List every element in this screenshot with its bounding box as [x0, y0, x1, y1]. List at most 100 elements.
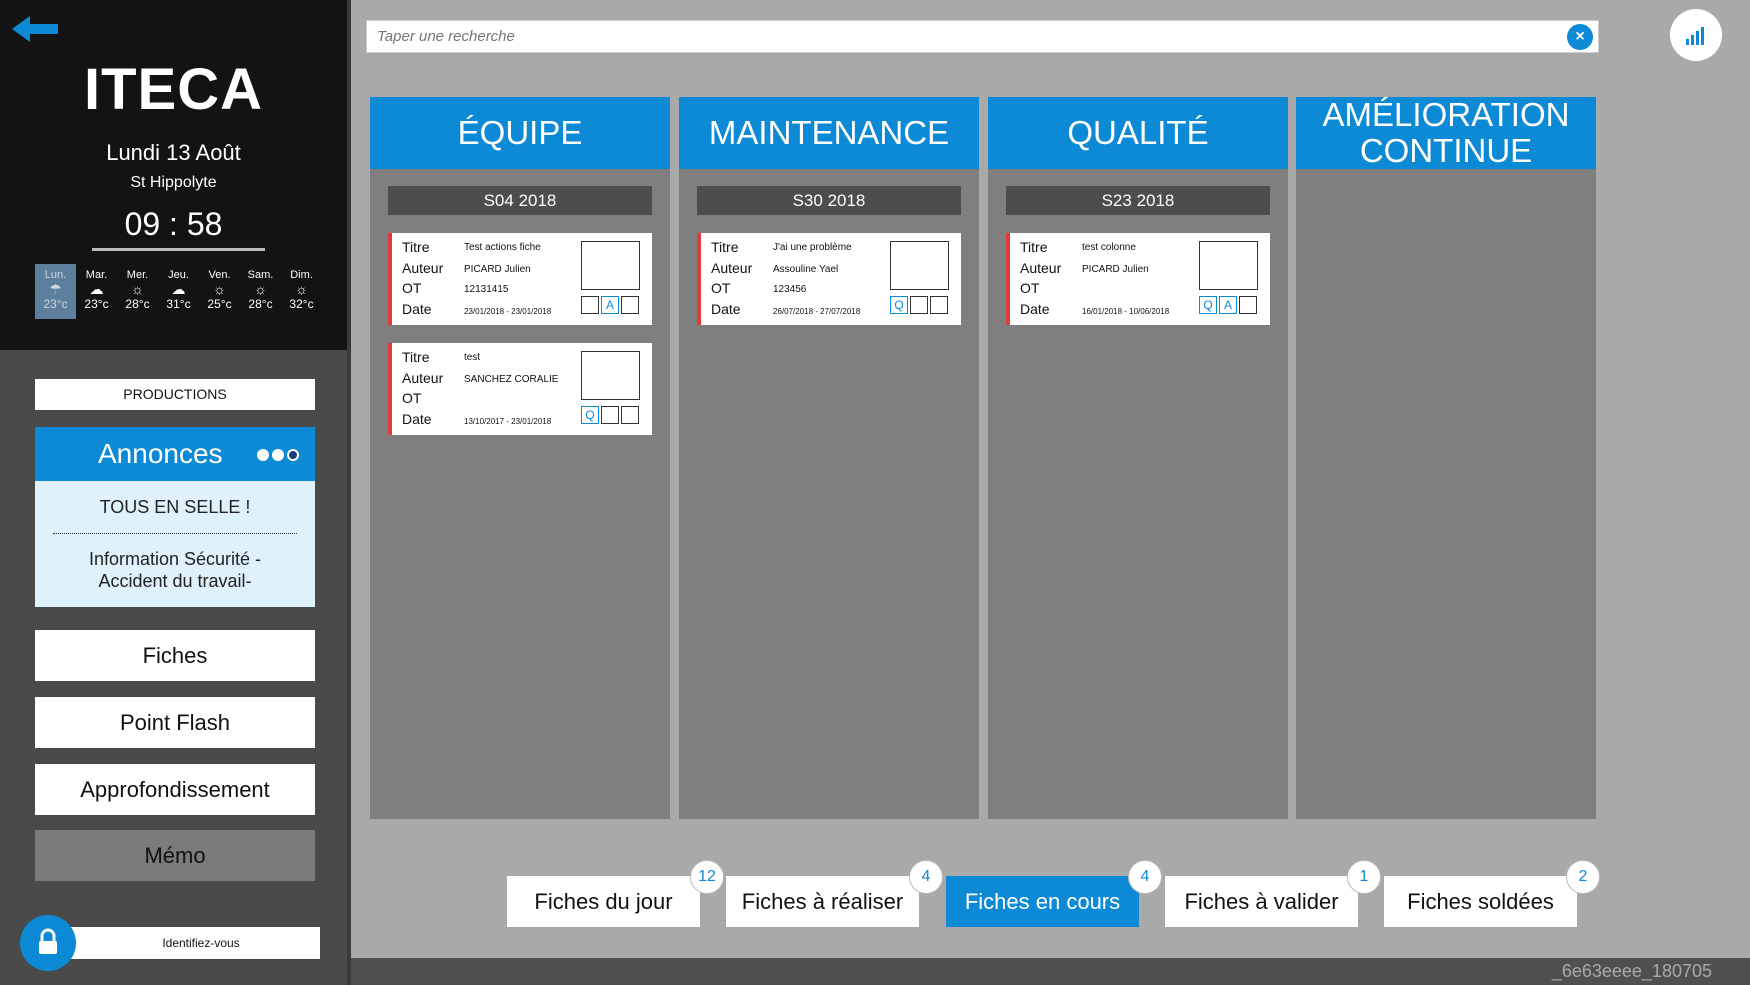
tab-count-badge: 2 [1566, 860, 1600, 894]
sun-icon: ☼ [213, 281, 226, 297]
point-flash-button[interactable]: Point Flash [35, 697, 315, 748]
card-label: Auteur [402, 260, 444, 276]
tab-count-badge: 4 [1128, 860, 1162, 894]
weather-temp: 23°c [43, 297, 68, 311]
card-author: PICARD Julien [464, 264, 531, 275]
tab-fiches-a-valider[interactable]: Fiches à valider [1165, 876, 1358, 927]
status-box: A [601, 296, 619, 314]
card-label: Date [402, 411, 432, 427]
annonces-header[interactable]: Annonces [35, 427, 315, 481]
weather-day-label: Jeu. [168, 269, 189, 281]
status-box: Q [890, 296, 908, 314]
card-label: Date [711, 301, 741, 317]
card-label: Date [402, 301, 432, 317]
card-label: Auteur [711, 260, 753, 276]
tab-count-badge: 4 [909, 860, 943, 894]
annonces-panel: Annonces TOUS EN SELLE ! Information Séc… [35, 427, 315, 607]
status-box [910, 296, 928, 314]
card-label: Titre [1020, 239, 1048, 255]
productions-button[interactable]: PRODUCTIONS [35, 379, 315, 410]
weather-day: Lun. ☂ 23°c [35, 264, 76, 319]
tab-fiches-du-jour[interactable]: Fiches du jour [507, 876, 700, 927]
search-bar: × [366, 20, 1599, 53]
weather-temp: 32°c [289, 297, 314, 311]
sun-icon: ☼ [131, 281, 144, 297]
column-title: MAINTENANCE [679, 97, 979, 169]
tab-count-badge: 12 [690, 860, 724, 894]
fiches-button[interactable]: Fiches [35, 630, 315, 681]
login-field[interactable]: Identifiez-vous [68, 927, 320, 959]
card-label: Titre [402, 239, 430, 255]
card-title: Test actions fiche [464, 242, 541, 253]
weather-day: Mer. ☼ 28°c [117, 264, 158, 319]
card-ot: 123456 [773, 284, 807, 295]
clock: 09 : 58 [124, 206, 223, 242]
weather-temp: 25°c [207, 297, 232, 311]
card-date: 23/01/2018 - 23/01/2018 [464, 307, 552, 316]
week-label: S30 2018 [697, 186, 961, 215]
status-box: Q [581, 406, 599, 424]
card-date: 16/01/2018 - 10/06/2018 [1082, 307, 1170, 316]
column-equipe: ÉQUIPE S04 2018 Titre Test actions fiche… [370, 97, 670, 819]
weather-day: Dim. ☼ 32°c [281, 264, 322, 319]
pager-dot[interactable] [257, 449, 269, 461]
card-label: Titre [402, 349, 430, 365]
lock-button[interactable] [20, 915, 76, 971]
tab-fiches-en-cours[interactable]: Fiches en cours [946, 876, 1139, 927]
approfondissement-button[interactable]: Approfondissement [35, 764, 315, 815]
weather-temp: 28°c [248, 297, 273, 311]
weather-day-label: Lun. [44, 269, 67, 281]
weather-day: Sam. ☼ 28°c [240, 264, 281, 319]
build-id: _6e63eeee_180705 [1551, 961, 1712, 981]
stats-button[interactable] [1670, 9, 1722, 61]
card-preview-box [581, 241, 640, 290]
sun-icon: ☼ [254, 281, 267, 297]
card-author: Assouline Yael [773, 264, 839, 275]
weather-forecast: Lun. ☂ 23°c Mar. ☁ 23°c Mer. ☼ 28°c Jeu.… [35, 264, 322, 319]
fiche-card[interactable]: Titre J'ai une problème Auteur Assouline… [697, 233, 961, 325]
card-ot: 12131415 [464, 284, 509, 295]
status-box [621, 406, 639, 424]
weather-temp: 31°c [166, 297, 191, 311]
status-box [1239, 296, 1257, 314]
status-box [581, 296, 599, 314]
cloud-icon: ☁ [171, 281, 186, 297]
weather-temp: 23°c [84, 297, 109, 311]
card-label: Auteur [402, 370, 444, 386]
annonce-item[interactable]: TOUS EN SELLE ! [35, 481, 315, 533]
fiche-card[interactable]: Titre Test actions fiche Auteur PICARD J… [388, 233, 652, 325]
column-maintenance: MAINTENANCE S30 2018 Titre J'ai une prob… [679, 97, 979, 819]
column-title: AMÉLIORATION CONTINUE [1296, 97, 1596, 169]
column-title: ÉQUIPE [370, 97, 670, 169]
clear-search-button[interactable]: × [1567, 24, 1593, 50]
rain-icon: ☂ [49, 281, 62, 297]
card-label: Auteur [1020, 260, 1062, 276]
card-author: SANCHEZ CORALIE [464, 374, 559, 385]
pager-dot[interactable] [272, 449, 284, 461]
card-title: test [464, 352, 481, 363]
tab-fiches-a-realiser[interactable]: Fiches à réaliser [726, 876, 919, 927]
back-arrow-icon[interactable] [12, 14, 60, 44]
card-label: Date [1020, 301, 1050, 317]
pager-dot-active[interactable] [287, 449, 299, 461]
current-date: Lundi 13 Août [106, 140, 241, 165]
memo-button[interactable]: Mémo [35, 830, 315, 881]
close-icon: × [1575, 28, 1585, 45]
status-box: Q [1199, 296, 1217, 314]
fiche-card[interactable]: Titre test Auteur SANCHEZ CORALIE OT Dat… [388, 343, 652, 435]
clock-underline [92, 248, 265, 251]
week-label: S04 2018 [388, 186, 652, 215]
location: St Hippolyte [130, 174, 217, 191]
annonce-item[interactable]: Information Sécurité - Accident du trava… [35, 534, 315, 592]
search-input[interactable] [367, 21, 1547, 52]
weather-temp: 28°c [125, 297, 150, 311]
annonces-pager [257, 449, 299, 461]
tab-fiches-soldees[interactable]: Fiches soldées [1384, 876, 1577, 927]
card-title: J'ai une problème [773, 242, 852, 253]
status-box [621, 296, 639, 314]
fiche-card[interactable]: Titre test colonne Auteur PICARD Julien … [1006, 233, 1270, 325]
weather-day-label: Mer. [126, 269, 149, 281]
card-label: OT [711, 280, 731, 296]
weather-day-label: Sam. [247, 269, 274, 281]
card-preview-box [1199, 241, 1258, 290]
